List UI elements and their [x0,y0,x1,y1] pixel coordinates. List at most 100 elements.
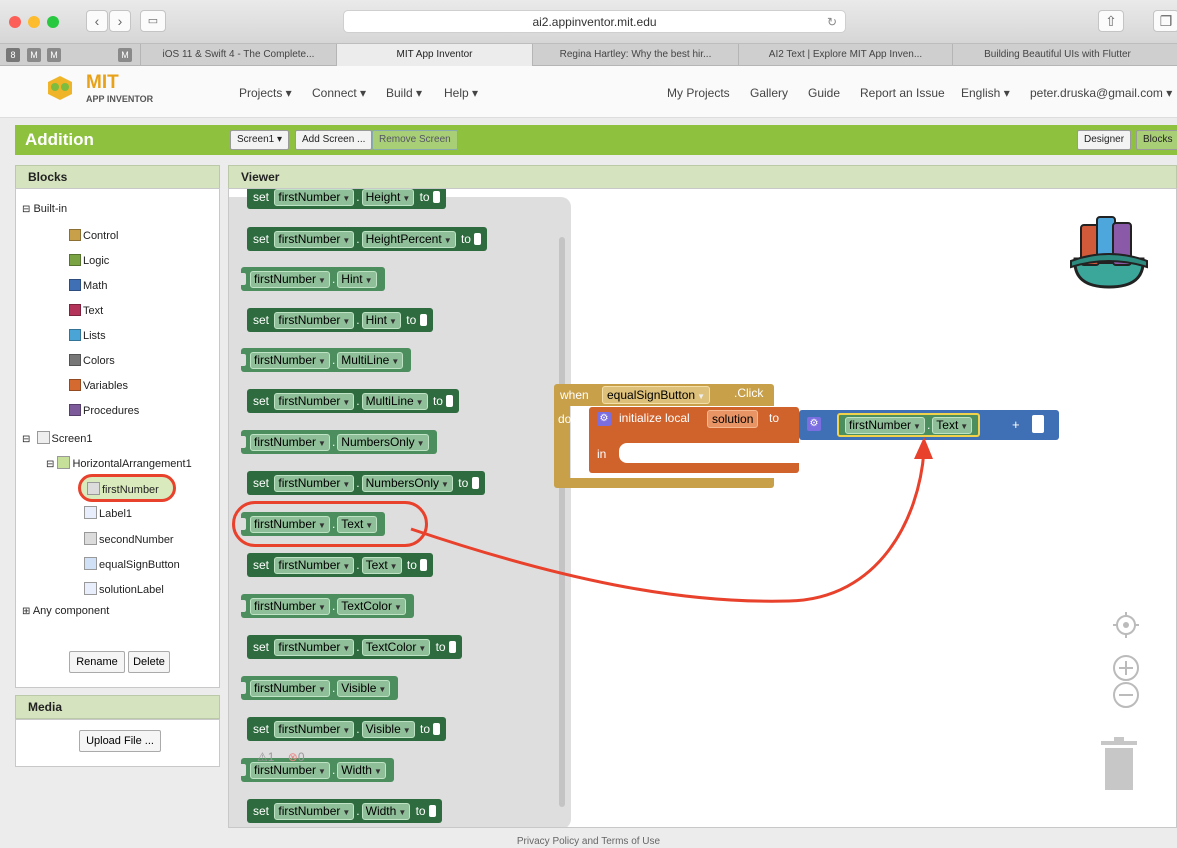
browser-titlebar: ‹ › ▭ ai2.appinventor.mit.edu ↻ ⇧ ❐ [0,0,1177,44]
my-projects-link[interactable]: My Projects [667,86,730,100]
builtin-control[interactable]: Control [69,229,118,242]
remove-screen-button[interactable]: Remove Screen [372,130,458,150]
add-screen-button[interactable]: Add Screen ... [295,130,373,150]
pinned-tab[interactable]: M [118,48,132,62]
footer-links[interactable]: Privacy Policy and Terms of Use [0,836,1177,848]
zoom-window-icon[interactable] [47,16,59,28]
procedures-label: Procedures [83,405,140,417]
screen1-label: Screen1 [51,433,93,445]
viewer-panel-header: Viewer [228,165,1177,189]
logo-mit-text: MIT [86,72,119,93]
tree-builtin[interactable]: ⊟ Built-in [22,203,67,215]
tree-horizontal-arrangement[interactable]: ⊟ HorizontalArrangement1 [46,456,218,470]
blocks-panel-header: Blocks [15,165,220,189]
browser-tab-bar: 8 M M M iOS 11 & Swift 4 - The Complete.… [0,44,1177,66]
backpack-icon[interactable] [1067,211,1153,291]
logic-label: Logic [83,255,110,267]
screen-select[interactable]: Screen1 ▾ [230,130,290,150]
equalsignbutton-label: equalSignButton [99,559,180,571]
lists-label: Lists [83,330,106,342]
pinned-tab[interactable]: M [47,48,61,62]
expand-icon[interactable]: ⊞ [22,606,30,617]
browser-tab[interactable]: Regina Hartley: Why the best hir... [532,44,738,66]
browser-tab[interactable]: iOS 11 & Swift 4 - The Complete... [140,44,336,66]
builtin-text[interactable]: Text [69,304,103,317]
label-icon [84,506,97,519]
any-component-label: Any component [32,605,110,617]
tree-component-label1[interactable]: Label1 [84,506,132,520]
reload-icon[interactable]: ↻ [827,11,837,33]
variables-label: Variables [83,380,129,392]
colors-label: Colors [83,355,115,367]
tree-component-solutionlabel[interactable]: solutionLabel [84,582,164,596]
label1-label: Label1 [99,508,133,520]
solutionlabel-label: solutionLabel [99,584,164,596]
address-bar[interactable]: ai2.appinventor.mit.edu ↻ [343,10,846,33]
logo-app-inventor-text: APP INVENTOR [86,94,154,104]
tree-any-component[interactable]: ⊞ Any component [22,605,109,617]
upload-file-button[interactable]: Upload File ... [79,730,161,752]
zoom-out-icon[interactable] [1112,681,1140,709]
builtin-colors[interactable]: Colors [69,354,115,367]
report-issue-link[interactable]: Report an Issue [860,86,945,100]
button-icon [84,557,97,570]
blocks-workspace[interactable]: set firstNumber ▼. Height ▼ to set firstNum… [228,188,1177,828]
collapse-icon[interactable]: ⊟ [46,459,54,470]
builtin-label: Built-in [33,203,68,215]
connect-menu[interactable]: Connect ▾ [312,86,366,100]
browser-tab[interactable]: Building Beautiful UIs with Flutter [952,44,1162,66]
project-title: Addition [25,130,94,149]
collapse-icon[interactable]: ⊟ [22,434,30,445]
tree-screen1[interactable]: ⊟ Screen1 [22,431,93,445]
delete-button[interactable]: Delete [128,651,170,673]
builtin-lists[interactable]: Lists [69,329,106,342]
tree-component-firstnumber[interactable]: firstNumber [78,474,176,502]
mit-app-inventor-logo[interactable]: MIT APP INVENTOR [40,72,160,112]
math-label: Math [83,280,108,292]
builtin-variables[interactable]: Variables [69,379,128,392]
language-menu[interactable]: English ▾ [961,86,1010,100]
builtin-procedures[interactable]: Procedures [69,404,139,417]
tree-component-equalsignbutton[interactable]: equalSignButton [84,557,180,571]
arrangement-icon [57,456,71,469]
url-text: ai2.appinventor.mit.edu [532,15,657,29]
back-icon[interactable]: ‹ [86,10,108,32]
tabs-overview-icon[interactable]: ❐ [1153,10,1177,32]
build-menu[interactable]: Build ▾ [386,86,422,100]
builtin-math[interactable]: Math [69,279,107,292]
annotation-arrow [410,437,933,603]
text-swatch [69,304,81,316]
sidebar-icon[interactable]: ▭ [140,10,166,32]
center-target-icon[interactable] [1112,611,1140,639]
forward-icon[interactable]: › [109,10,131,32]
builtin-logic[interactable]: Logic [69,254,109,267]
close-window-icon[interactable] [9,16,21,28]
share-icon[interactable]: ⇧ [1098,10,1124,32]
control-label: Control [83,230,119,242]
guide-link[interactable]: Guide [808,86,840,100]
firstnumber-label: firstNumber [102,484,159,496]
help-menu[interactable]: Help ▾ [444,86,478,100]
tree-component-secondnumber[interactable]: secondNumber [84,532,174,546]
browser-tab[interactable]: MIT App Inventor [336,44,532,66]
minimize-window-icon[interactable] [28,16,40,28]
collapse-icon[interactable]: ⊟ [22,204,30,215]
trash-icon[interactable] [1099,737,1139,793]
media-panel-body: Upload File ... [15,719,220,767]
blocks-button[interactable]: Blocks [1136,130,1177,150]
secondnumber-label: secondNumber [99,534,174,546]
projects-menu[interactable]: Projects ▾ [239,86,292,100]
media-panel-header: Media [15,695,220,719]
label-icon [84,582,97,595]
user-menu[interactable]: peter.druska@gmail.com ▾ [1030,86,1172,100]
colors-swatch [69,354,81,366]
pinned-tab[interactable]: M [27,48,41,62]
designer-button[interactable]: Designer [1077,130,1132,150]
pinned-tab[interactable]: 8 [6,48,20,62]
logic-swatch [69,254,81,266]
screen-icon [36,431,50,444]
browser-tab[interactable]: AI2 Text | Explore MIT App Inven... [738,44,952,66]
gallery-link[interactable]: Gallery [750,86,788,100]
rename-button[interactable]: Rename [69,651,125,673]
zoom-in-icon[interactable] [1112,654,1140,682]
